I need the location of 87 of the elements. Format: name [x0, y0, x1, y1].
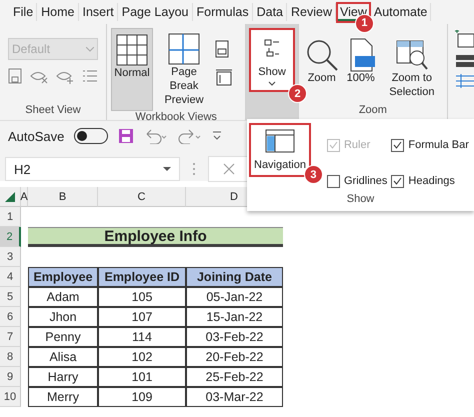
ribbon-tab[interactable]: Review — [288, 3, 336, 21]
group-label: Show — [346, 193, 376, 207]
show-button[interactable]: Show — [249, 28, 296, 92]
row-header[interactable]: 1 — [0, 207, 21, 227]
customize-icon[interactable] — [212, 130, 222, 142]
table-cell: Jhon — [28, 307, 98, 327]
row-header[interactable]: 10 — [0, 387, 21, 407]
row-header[interactable]: 4 — [0, 267, 21, 287]
page-break-icon[interactable] — [167, 32, 201, 66]
group-label: Zoom — [358, 104, 388, 118]
ribbon-tab[interactable]: Home — [38, 3, 78, 21]
save-icon[interactable] — [118, 128, 134, 144]
option-checkbox[interactable]: Headings — [391, 169, 469, 193]
column-heading: Employee ID — [98, 267, 186, 287]
ribbon-tab[interactable]: Automate — [370, 3, 432, 21]
table-title: Employee Info — [28, 227, 283, 247]
column-heading: Joining Date — [186, 267, 283, 287]
ribbon-tab[interactable]: Data — [254, 3, 287, 21]
callout-badge: 2 — [288, 84, 308, 103]
row-header[interactable]: 3 — [0, 247, 21, 267]
table-cell: 109 — [98, 387, 186, 407]
freeze-icon[interactable] — [454, 74, 474, 88]
table-cell: 03-Mar-22 — [186, 387, 283, 407]
table-cell: 05-Jan-22 — [186, 287, 283, 307]
save-view-icon[interactable] — [8, 68, 22, 84]
table-cell: Adam — [28, 287, 98, 307]
table-cell: Penny — [28, 327, 98, 347]
close-icon[interactable] — [223, 163, 235, 175]
autosave-toggle[interactable] — [74, 128, 108, 144]
option-checkbox[interactable]: Formula Bar — [391, 133, 469, 157]
redo-icon[interactable] — [178, 128, 202, 144]
page-layout-icon[interactable] — [215, 40, 229, 58]
check-icon — [393, 141, 402, 149]
table-cell: Harry — [28, 367, 98, 387]
ribbon-tab[interactable]: File — [10, 3, 38, 21]
group-label: Workbook Views — [134, 111, 218, 124]
list-icon[interactable] — [82, 68, 98, 84]
column-heading: Employee — [28, 267, 98, 287]
table-cell: 25-Feb-22 — [186, 367, 283, 387]
row-header[interactable]: 7 — [0, 327, 21, 347]
row-header[interactable]: 6 — [0, 307, 21, 327]
table-cell: 102 — [98, 347, 186, 367]
ribbon-tab[interactable]: Formulas — [194, 3, 253, 21]
row-header[interactable]: 5 — [0, 287, 21, 307]
magnifier-icon[interactable] — [304, 38, 339, 72]
row-header[interactable]: 8 — [0, 347, 21, 367]
zoom-button[interactable]: Zoom to Selection — [380, 34, 443, 104]
navigation-button[interactable]: Navigation — [249, 123, 311, 177]
caret-icon — [86, 46, 94, 52]
column-header[interactable]: A — [21, 187, 28, 207]
table-cell: 101 — [98, 367, 186, 387]
cancel-button[interactable] — [208, 156, 250, 182]
table-cell: 15-Jan-22 — [186, 307, 283, 327]
table-cell: 20-Feb-22 — [186, 347, 283, 367]
check-icon — [328, 141, 338, 149]
table-cell: 107 — [98, 307, 186, 327]
view-button[interactable]: Normal — [111, 28, 153, 112]
table-cell: 105 — [98, 287, 186, 307]
table-cell: 114 — [98, 327, 186, 347]
table-cell: 03-Feb-22 — [186, 327, 283, 347]
zoom-selection-icon[interactable] — [394, 38, 429, 72]
caret-icon — [163, 166, 171, 172]
arrange-icon[interactable] — [454, 54, 474, 68]
check-icon — [393, 177, 402, 185]
select-all-corner[interactable] — [0, 187, 21, 207]
name-box[interactable]: H2 — [5, 157, 180, 181]
group-label: Sheet View — [24, 104, 82, 118]
new-window-icon[interactable] — [454, 30, 474, 48]
row-header[interactable]: 2 — [0, 227, 21, 247]
column-header[interactable]: B — [28, 187, 98, 207]
option-checkbox[interactable]: Gridlines — [326, 169, 388, 193]
autosave-label: AutoSave — [8, 128, 64, 144]
undo-icon[interactable] — [144, 128, 168, 144]
column-header[interactable]: C — [98, 187, 186, 207]
table-cell: Alisa — [28, 347, 98, 367]
view-button[interactable]: Page Break Preview — [156, 28, 212, 112]
table-cell: Merry — [28, 387, 98, 407]
custom-views-icon[interactable] — [215, 68, 233, 86]
row-header[interactable]: 9 — [0, 367, 21, 387]
ribbon-tab[interactable]: Page Layou — [118, 3, 192, 21]
callout-badge: 3 — [304, 165, 323, 184]
ribbon-tab[interactable]: Insert — [80, 3, 118, 21]
zoom-button[interactable]: 100% — [344, 34, 378, 104]
triangle-icon — [5, 192, 15, 202]
grid-icon[interactable] — [115, 33, 149, 67]
navigation-pane-icon[interactable] — [264, 129, 295, 153]
dots-icon[interactable] — [192, 162, 196, 176]
